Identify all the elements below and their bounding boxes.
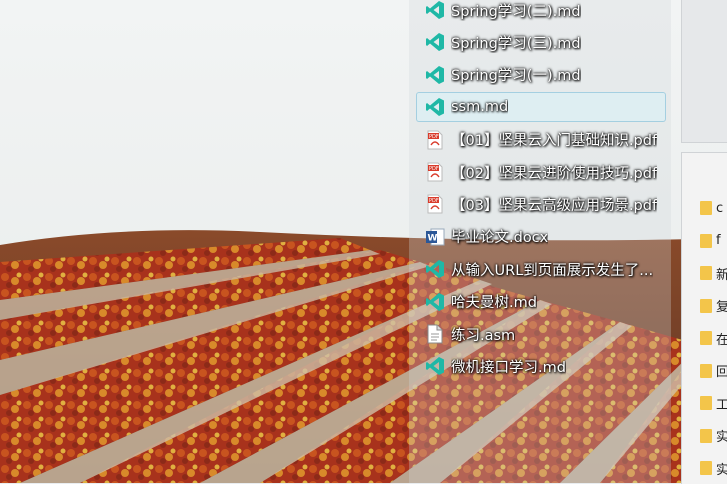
svg-text:PDF: PDF bbox=[429, 166, 439, 172]
folder-icon bbox=[700, 233, 712, 248]
recent-file-label: 【03】坚果云高级应用场景.pdf bbox=[451, 197, 658, 214]
vscode-icon bbox=[425, 259, 445, 279]
word-document-icon: W bbox=[425, 227, 445, 247]
folder-row[interactable]: 在 bbox=[700, 328, 727, 348]
recent-file-item[interactable]: Spring学习(三).md bbox=[416, 27, 666, 57]
folder-icon bbox=[700, 201, 712, 215]
recent-file-item[interactable]: 练习.asm bbox=[416, 319, 666, 349]
background-explorer-window[interactable]: cf新复在回工实实 bbox=[681, 152, 727, 484]
recent-files-panel: Spring学习(二).md Spring学习(三).md Spring学习(一).… bbox=[409, 0, 671, 483]
folder-row[interactable]: 回 bbox=[700, 361, 727, 381]
folder-label: 工 bbox=[716, 397, 727, 413]
recent-file-label: 从输入URL到页面展示发生了... bbox=[451, 262, 654, 279]
recent-file-label: 练习.asm bbox=[451, 327, 516, 344]
folder-row[interactable]: 复 bbox=[700, 296, 727, 316]
folder-icon bbox=[700, 428, 712, 443]
recent-file-item[interactable]: PDF 【03】坚果云高级应用场景.pdf bbox=[416, 189, 666, 219]
folder-row[interactable]: f bbox=[700, 231, 721, 251]
folder-row[interactable]: 实 bbox=[700, 458, 727, 478]
folder-icon bbox=[700, 298, 712, 313]
recent-file-item[interactable]: 从输入URL到页面展示发生了... bbox=[416, 254, 666, 284]
vscode-icon bbox=[425, 65, 445, 85]
recent-file-item[interactable]: PDF 【02】坚果云进阶使用技巧.pdf bbox=[416, 157, 666, 187]
svg-text:PDF: PDF bbox=[429, 198, 439, 204]
folder-row[interactable]: 工 bbox=[700, 393, 727, 413]
folder-label: 回 bbox=[716, 365, 727, 380]
recent-file-label: 微机接口学习.md bbox=[451, 359, 566, 376]
text-file-icon bbox=[425, 324, 445, 344]
recent-file-item[interactable]: Spring学习(一).md bbox=[416, 60, 666, 90]
folder-label: c bbox=[716, 200, 724, 216]
folder-label: 实 bbox=[716, 430, 727, 445]
vscode-icon bbox=[425, 32, 445, 52]
vscode-icon bbox=[425, 292, 445, 312]
recent-file-label: Spring学习(三).md bbox=[451, 35, 581, 52]
pdf-icon: PDF bbox=[425, 162, 445, 182]
recent-file-item[interactable]: ssm.md bbox=[416, 92, 666, 123]
recent-file-label: Spring学习(一).md bbox=[451, 68, 581, 85]
recent-file-item[interactable]: 微机接口学习.md bbox=[416, 351, 666, 381]
folder-label: 实 bbox=[716, 462, 727, 478]
folder-row[interactable]: 实 bbox=[700, 426, 727, 446]
folder-row[interactable]: 新 bbox=[700, 263, 727, 283]
folder-icon bbox=[700, 331, 712, 345]
recent-file-label: 【02】坚果云进阶使用技巧.pdf bbox=[451, 165, 658, 182]
folder-label: 新 bbox=[716, 267, 727, 283]
pdf-icon: PDF bbox=[425, 130, 445, 150]
recent-file-label: ssm.md bbox=[451, 99, 509, 116]
recent-file-label: 【01】坚果云入门基础知识.pdf bbox=[451, 133, 658, 150]
folder-label: 复 bbox=[716, 300, 727, 315]
vscode-icon bbox=[425, 97, 445, 117]
svg-text:PDF: PDF bbox=[429, 134, 439, 140]
svg-text:W: W bbox=[428, 233, 438, 243]
folder-row[interactable]: c bbox=[700, 198, 723, 218]
folder-icon bbox=[700, 266, 712, 280]
recent-file-item[interactable]: W 毕业论文.docx bbox=[416, 222, 666, 252]
recent-file-label: 哈夫曼树.md bbox=[451, 295, 537, 312]
pdf-icon: PDF bbox=[425, 194, 445, 214]
folder-icon bbox=[700, 461, 712, 475]
recent-file-label: Spring学习(二).md bbox=[451, 3, 581, 20]
folder-label: 在 bbox=[716, 332, 727, 348]
folder-icon bbox=[700, 396, 712, 410]
vscode-icon bbox=[425, 0, 445, 20]
recent-file-item[interactable]: 哈夫曼树.md bbox=[416, 287, 666, 317]
recent-file-item[interactable]: Spring学习(二).md bbox=[416, 0, 666, 25]
folder-icon bbox=[700, 363, 712, 378]
background-window-top bbox=[681, 0, 727, 143]
folder-label: f bbox=[716, 233, 721, 248]
recent-file-item[interactable]: PDF 【01】坚果云入门基础知识.pdf bbox=[416, 125, 666, 155]
recent-file-label: 毕业论文.docx bbox=[451, 230, 549, 247]
vscode-icon bbox=[425, 356, 445, 376]
